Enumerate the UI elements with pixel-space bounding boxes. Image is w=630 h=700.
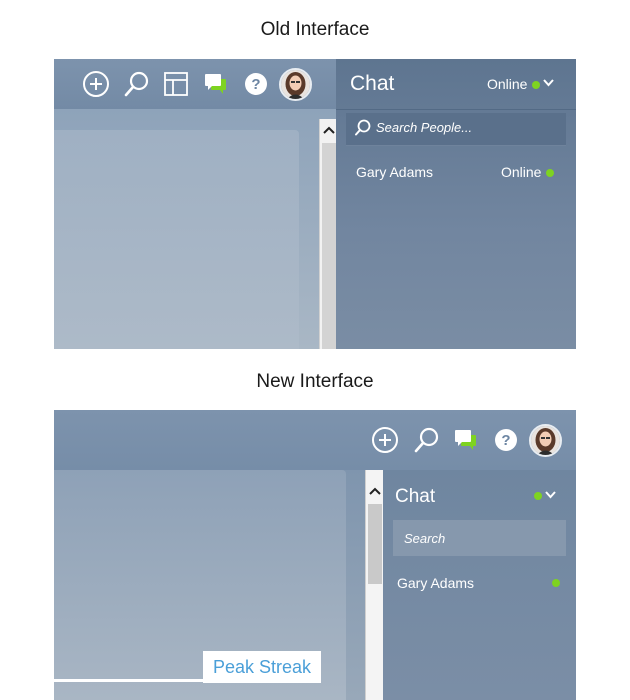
contact-name: Gary Adams	[397, 575, 475, 591]
chat-title: Chat	[350, 72, 395, 95]
search-placeholder: Search	[404, 531, 446, 546]
chevron-down-icon[interactable]	[545, 491, 556, 499]
scrollbar-thumb[interactable]	[368, 504, 382, 584]
top-toolbar: ?	[54, 59, 336, 109]
scrollbar[interactable]	[319, 119, 337, 349]
online-status-dot[interactable]	[534, 492, 542, 500]
scroll-up-icon[interactable]	[369, 486, 381, 496]
chat-panel: Chat Online Search People... Gary Adams …	[336, 59, 576, 349]
avatar[interactable]	[529, 424, 562, 457]
divider	[336, 109, 576, 110]
chevron-down-icon[interactable]	[543, 79, 554, 87]
streak-progress-line	[54, 679, 204, 682]
svg-text:?: ?	[501, 432, 510, 449]
new-interface-heading: New Interface	[256, 371, 374, 392]
add-icon[interactable]	[371, 426, 399, 454]
contact-name: Gary Adams	[356, 164, 434, 180]
chat-icon[interactable]	[204, 72, 228, 96]
search-icon[interactable]	[123, 70, 151, 98]
search-placeholder: Search People...	[376, 120, 473, 135]
old-interface-heading: Old Interface	[260, 19, 370, 40]
chat-icon[interactable]	[454, 428, 478, 452]
scrollbar-thumb[interactable]	[322, 143, 336, 349]
avatar[interactable]	[279, 68, 312, 101]
peak-streak-label[interactable]: Peak Streak	[203, 651, 322, 683]
svg-text:?: ?	[251, 76, 260, 93]
scrollbar[interactable]	[365, 470, 383, 700]
add-icon[interactable]	[82, 70, 110, 98]
content-card	[54, 130, 299, 349]
top-toolbar: ?	[54, 410, 576, 470]
online-status-dot	[532, 81, 540, 89]
online-status-dot	[552, 579, 560, 587]
chat-title: Chat	[395, 486, 436, 507]
contact-status: Online	[501, 164, 542, 180]
old-interface-panel: ? Chat Online Search People... Gary Adam…	[54, 59, 576, 349]
help-icon[interactable]: ?	[494, 428, 518, 452]
status-selector-label[interactable]: Online	[487, 76, 527, 92]
new-interface-panel: ? Peak Streak Chat Search Gary Adams	[54, 410, 576, 700]
layout-icon[interactable]	[164, 72, 188, 96]
chat-panel: Chat Search Gary Adams	[383, 470, 576, 700]
online-status-dot	[546, 169, 554, 177]
search-icon	[354, 119, 371, 136]
search-icon[interactable]	[413, 426, 441, 454]
scroll-up-icon[interactable]	[323, 125, 335, 135]
help-icon[interactable]: ?	[244, 72, 268, 96]
